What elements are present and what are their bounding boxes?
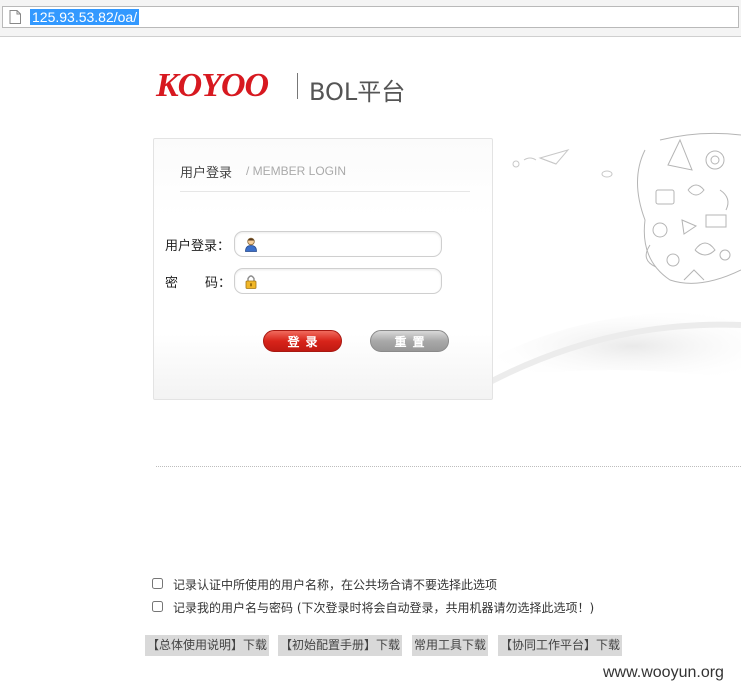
browser-address-bar: 125.93.53.82/oa/ bbox=[0, 0, 741, 37]
reset-button[interactable]: 重置 bbox=[370, 330, 449, 352]
password-label-first-char: 密 bbox=[165, 276, 179, 291]
password-field[interactable] bbox=[234, 268, 442, 294]
url-text[interactable]: 125.93.53.82/oa/ bbox=[30, 9, 140, 25]
page-icon bbox=[9, 10, 21, 24]
logo-divider bbox=[297, 73, 298, 99]
download-collab-platform-link[interactable]: 【协同工作平台】下载 bbox=[498, 635, 623, 656]
password-label: 密 码： bbox=[165, 272, 231, 291]
download-user-guide-link[interactable]: 【总体使用说明】下载 bbox=[145, 635, 270, 656]
username-input[interactable] bbox=[261, 235, 435, 255]
password-input[interactable] bbox=[261, 272, 435, 292]
login-button[interactable]: 登录 bbox=[263, 330, 342, 352]
watermark: www.wooyun.org bbox=[603, 664, 724, 681]
dotted-divider bbox=[156, 466, 741, 467]
username-label: 用户登录： bbox=[165, 239, 231, 254]
password-label-rest: 码： bbox=[205, 276, 232, 291]
koyoo-logo: KOYOO bbox=[156, 67, 269, 104]
login-panel: 用户登录 / MEMBER LOGIN 用户登录： 密 码： 登录 重置 bbox=[153, 138, 493, 400]
platform-title: BOL平台 bbox=[309, 78, 406, 106]
panel-subtitle: / MEMBER LOGIN bbox=[246, 164, 347, 178]
user-icon bbox=[245, 237, 257, 252]
remember-username-checkbox[interactable] bbox=[152, 578, 163, 589]
download-config-manual-link[interactable]: 【初始配置手册】下载 bbox=[278, 635, 403, 656]
url-field[interactable]: 125.93.53.82/oa/ bbox=[2, 6, 739, 28]
lock-icon bbox=[245, 275, 257, 289]
panel-divider bbox=[180, 191, 470, 192]
decorative-doodle-graphic bbox=[470, 132, 741, 385]
download-tools-link[interactable]: 常用工具下载 bbox=[412, 635, 489, 656]
remember-password-checkbox[interactable] bbox=[152, 601, 163, 612]
remember-password-label: 记录我的用户名与密码 (下次登录时将会自动登录，共用机器请勿选择此选项！) bbox=[173, 601, 595, 615]
username-field[interactable] bbox=[234, 231, 442, 257]
panel-title: 用户登录 bbox=[180, 166, 233, 181]
remember-username-label: 记录认证中所使用的用户名称，在公共场合请不要选择此选项 bbox=[173, 578, 498, 592]
